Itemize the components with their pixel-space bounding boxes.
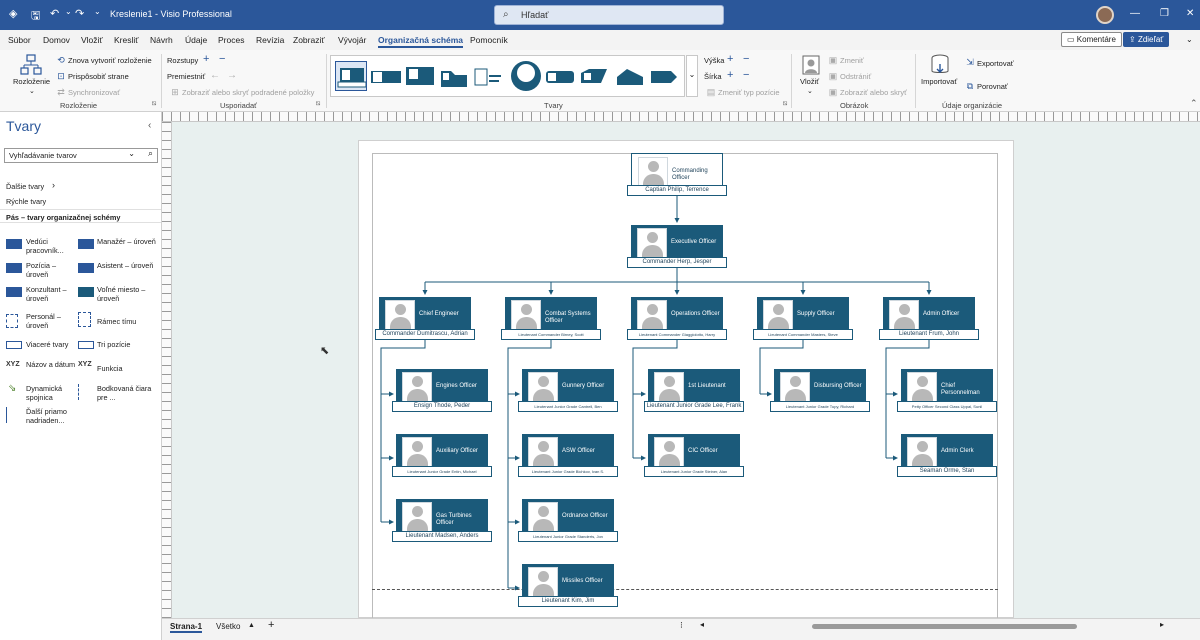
person-photo-icon — [511, 300, 541, 330]
node-title: Commanding Officer — [672, 168, 708, 181]
node-name: Captian Philip, Terrence — [627, 185, 727, 196]
node-name: Lieutenant Junior Grade Tupy, Richard — [770, 401, 870, 412]
node-card: Admin Officer — [883, 297, 975, 333]
node-name: Lieutenant Kim, Jim — [518, 596, 618, 607]
person-photo-icon — [528, 502, 558, 532]
node-card: 1st Lieutenant — [648, 369, 740, 405]
node-name: Lieutenant Junior Grade Cantrell, Ben — [518, 401, 618, 412]
person-photo-icon — [907, 372, 937, 402]
node-card: Admin Clerk — [901, 434, 993, 470]
person-photo-icon — [889, 300, 919, 330]
node-name: Petty Officer Second Class Uppal, Sunil — [897, 401, 997, 412]
node-card: Gunnery Officer — [522, 369, 614, 405]
person-photo-icon — [528, 567, 558, 597]
node-card: Auxiliary Officer — [396, 434, 488, 470]
node-title: Ordnance Officer — [562, 513, 608, 519]
page-tab-strana-1[interactable]: Strana-1 — [170, 622, 203, 633]
horizontal-scrollbar[interactable]: ⁝ ◂ ▸ — [680, 620, 1170, 630]
node-title: Engines Officer — [436, 383, 477, 389]
node-title: Supply Officer — [797, 311, 835, 317]
mouse-cursor-icon: ⬉ — [320, 345, 330, 357]
node-title: Admin Clerk — [941, 448, 974, 454]
node-card: Gas Turbines Officer — [396, 499, 488, 535]
node-name: Lieutenant Junior Grade Bichkov, Ivan S. — [518, 466, 618, 477]
node-name: Commander Herp, Jesper — [627, 257, 727, 268]
node-title: Executive Officer — [671, 239, 717, 245]
person-photo-icon — [402, 437, 432, 467]
node-card: Disbursing Officer — [774, 369, 866, 405]
node-card: Ordnance Officer — [522, 499, 614, 535]
node-name: Lieutenant Junior Grade Standerts, Jon — [518, 531, 618, 542]
node-title: Gas Turbines Officer — [436, 513, 472, 526]
node-name: Lieutenant Junior Grade Entin, Michael — [392, 466, 492, 477]
node-card: Chief Personnelman — [901, 369, 993, 405]
all-pages-button[interactable]: Všetko — [216, 622, 240, 631]
org-chart-connectors — [380, 196, 932, 591]
node-name: Lieutenant Commander Giaggiolotto, Harry — [627, 329, 727, 340]
node-card: Chief Engineer — [379, 297, 471, 333]
scroll-menu-icon[interactable]: ⁝ — [680, 620, 683, 631]
person-photo-icon — [638, 157, 668, 187]
scrollbar-thumb[interactable] — [812, 624, 1077, 629]
chevron-up-icon[interactable]: ▲ — [248, 622, 255, 629]
node-card: ASW Officer — [522, 434, 614, 470]
node-card: Commanding Officer — [631, 153, 723, 189]
node-name: Lieutenant Commander Masters, Steve — [753, 329, 853, 340]
node-name: Seaman Orme, Stan — [897, 466, 997, 477]
node-title: CIC Officer — [688, 448, 718, 454]
scroll-right-icon[interactable]: ▸ — [1160, 620, 1164, 629]
person-photo-icon — [402, 502, 432, 532]
node-card: Engines Officer — [396, 369, 488, 405]
node-title: Chief Personnelman — [941, 383, 980, 396]
person-photo-icon — [907, 437, 937, 467]
node-title: ASW Officer — [562, 448, 595, 454]
node-title: Admin Officer — [923, 311, 960, 317]
person-photo-icon — [654, 437, 684, 467]
person-photo-icon — [385, 300, 415, 330]
node-title: 1st Lieutenant — [688, 383, 726, 389]
node-title: Chief Engineer — [419, 311, 459, 317]
node-title: Gunnery Officer — [562, 383, 605, 389]
node-name: Commander Dumitrascu, Adrian — [375, 329, 475, 340]
node-name: Lieutenant Junior Grade Lee, Frank — [644, 401, 744, 412]
node-title: Missiles Officer — [562, 578, 603, 584]
add-page-button[interactable]: + — [268, 619, 274, 631]
person-photo-icon — [654, 372, 684, 402]
person-photo-icon — [637, 300, 667, 330]
node-name: Ensign Thode, Peder — [392, 401, 492, 412]
person-photo-icon — [763, 300, 793, 330]
node-name: Lieutenant Junior Grade Steiner, Alan — [644, 466, 744, 477]
node-card: CIC Officer — [648, 434, 740, 470]
node-title: Disbursing Officer — [814, 383, 862, 389]
person-photo-icon — [528, 372, 558, 402]
node-title: Auxiliary Officer — [436, 448, 478, 454]
node-title: Operations Officer — [671, 311, 720, 317]
person-photo-icon — [402, 372, 432, 402]
node-name: Lieutenant Commander Birney, Scott — [501, 329, 601, 340]
node-card: Supply Officer — [757, 297, 849, 333]
scroll-left-icon[interactable]: ◂ — [700, 620, 704, 629]
node-card: Missiles Officer — [522, 564, 614, 600]
node-card: Combat Systems Officer — [505, 297, 597, 333]
person-photo-icon — [637, 228, 667, 258]
person-photo-icon — [528, 437, 558, 467]
node-title: Combat Systems Officer — [545, 311, 591, 324]
person-photo-icon — [780, 372, 810, 402]
node-card: Operations Officer — [631, 297, 723, 333]
node-name: Lieutenant Frum, John — [879, 329, 979, 340]
node-name: Lieutenant Madsen, Anders — [392, 531, 492, 542]
node-card: Executive Officer — [631, 225, 723, 261]
